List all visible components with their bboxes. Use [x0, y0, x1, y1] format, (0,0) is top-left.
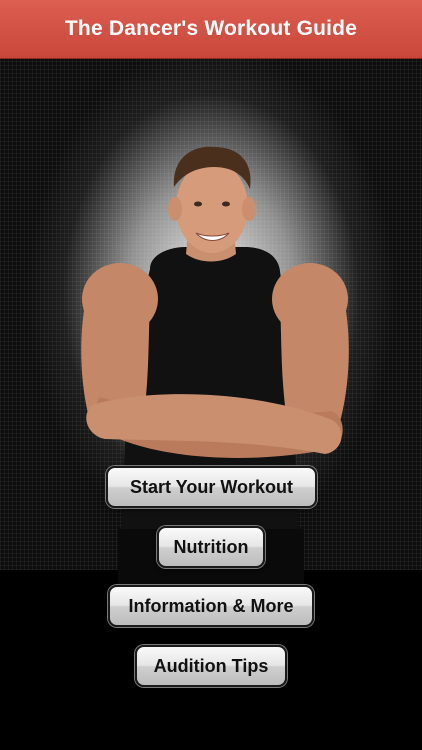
- start-workout-button[interactable]: Start Your Workout: [106, 466, 317, 508]
- app-title: The Dancer's Workout Guide: [64, 17, 358, 40]
- left-ear: [168, 197, 182, 221]
- information-more-button[interactable]: Information & More: [108, 585, 314, 627]
- right-ear: [242, 197, 256, 221]
- nutrition-button[interactable]: Nutrition: [157, 526, 265, 568]
- app-screen: The Dancer's Workout Guide Start Your Wo…: [0, 0, 422, 750]
- audition-tips-button[interactable]: Audition Tips: [135, 645, 287, 687]
- left-eye: [194, 201, 202, 207]
- navigation-bar: The Dancer's Workout Guide: [0, 0, 422, 59]
- right-eye: [222, 201, 230, 207]
